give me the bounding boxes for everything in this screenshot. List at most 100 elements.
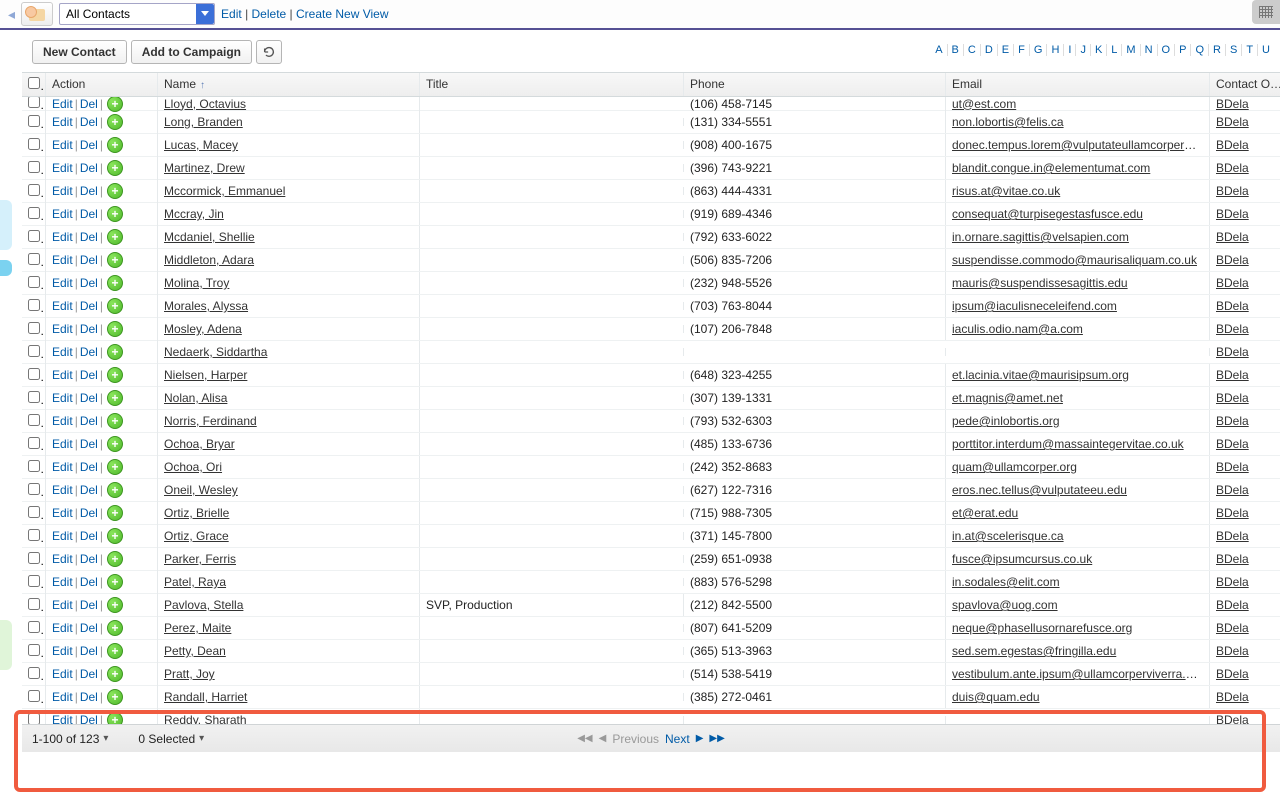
plus-icon[interactable]: + xyxy=(107,137,123,153)
contact-name-link[interactable]: Mccray, Jin xyxy=(164,207,224,221)
plus-icon[interactable]: + xyxy=(107,505,123,521)
edit-link[interactable]: Edit xyxy=(52,161,73,175)
owner-link[interactable]: BDela xyxy=(1216,621,1249,635)
header-phone[interactable]: Phone xyxy=(684,73,946,96)
alpha-h[interactable]: H xyxy=(1047,44,1064,56)
contact-name-link[interactable]: Patel, Raya xyxy=(164,575,226,589)
row-checkbox[interactable] xyxy=(28,207,40,219)
plus-icon[interactable]: + xyxy=(107,482,123,498)
del-link[interactable]: Del xyxy=(80,276,98,290)
last-page-icon[interactable]: ▶▶ xyxy=(709,733,724,744)
row-checkbox[interactable] xyxy=(28,345,40,357)
next-link[interactable]: Next xyxy=(665,732,690,746)
edit-link[interactable]: Edit xyxy=(52,276,73,290)
alpha-f[interactable]: F xyxy=(1014,44,1030,56)
del-link[interactable]: Del xyxy=(80,253,98,267)
alpha-o[interactable]: O xyxy=(1158,44,1176,56)
alpha-k[interactable]: K xyxy=(1091,44,1107,56)
plus-icon[interactable]: + xyxy=(107,413,123,429)
del-link[interactable]: Del xyxy=(80,184,98,198)
contact-name-link[interactable]: Lucas, Macey xyxy=(164,138,238,152)
header-owner[interactable]: Contact Owner A xyxy=(1210,73,1280,96)
del-link[interactable]: Del xyxy=(80,161,98,175)
alpha-t[interactable]: T xyxy=(1242,44,1258,56)
owner-link[interactable]: BDela xyxy=(1216,322,1249,336)
edit-link[interactable]: Edit xyxy=(52,667,73,681)
edit-link[interactable]: Edit xyxy=(52,575,73,589)
del-link[interactable]: Del xyxy=(80,368,98,382)
delete-view-link[interactable]: Delete xyxy=(252,7,287,21)
row-checkbox[interactable] xyxy=(28,414,40,426)
row-checkbox[interactable] xyxy=(28,368,40,380)
alpha-c[interactable]: C xyxy=(964,44,981,56)
del-link[interactable]: Del xyxy=(80,207,98,221)
alpha-r[interactable]: R xyxy=(1209,44,1226,56)
edit-link[interactable]: Edit xyxy=(52,207,73,221)
contact-name-link[interactable]: Pratt, Joy xyxy=(164,667,215,681)
edit-view-link[interactable]: Edit xyxy=(221,7,242,21)
plus-icon[interactable]: + xyxy=(107,436,123,452)
contact-name-link[interactable]: Nolan, Alisa xyxy=(164,391,227,405)
owner-link[interactable]: BDela xyxy=(1216,207,1249,221)
row-checkbox[interactable] xyxy=(28,552,40,564)
edit-link[interactable]: Edit xyxy=(52,391,73,405)
edit-link[interactable]: Edit xyxy=(52,115,73,129)
owner-link[interactable]: BDela xyxy=(1216,391,1249,405)
alpha-u[interactable]: U xyxy=(1258,44,1274,56)
header-email[interactable]: Email xyxy=(946,73,1210,96)
edit-link[interactable]: Edit xyxy=(52,414,73,428)
del-link[interactable]: Del xyxy=(80,115,98,129)
owner-link[interactable]: BDela xyxy=(1216,667,1249,681)
alpha-j[interactable]: J xyxy=(1076,44,1091,56)
plus-icon[interactable]: + xyxy=(107,344,123,360)
row-checkbox[interactable] xyxy=(28,529,40,541)
contact-name-link[interactable]: Ortiz, Brielle xyxy=(164,506,229,520)
del-link[interactable]: Del xyxy=(80,414,98,428)
plus-icon[interactable]: + xyxy=(107,206,123,222)
email-link[interactable]: iaculis.odio.nam@a.com xyxy=(952,322,1083,336)
alpha-i[interactable]: I xyxy=(1064,44,1076,56)
owner-link[interactable]: BDela xyxy=(1216,460,1249,474)
collapse-left-icon[interactable]: ◂ xyxy=(8,6,15,23)
email-link[interactable]: pede@inlobortis.org xyxy=(952,414,1060,428)
view-select[interactable]: All Contacts xyxy=(59,3,215,25)
owner-link[interactable]: BDela xyxy=(1216,253,1249,267)
plus-icon[interactable]: + xyxy=(107,574,123,590)
owner-link[interactable]: BDela xyxy=(1216,368,1249,382)
email-link[interactable]: risus.at@vitae.co.uk xyxy=(952,184,1060,198)
edit-link[interactable]: Edit xyxy=(52,506,73,520)
edit-link[interactable]: Edit xyxy=(52,552,73,566)
del-link[interactable]: Del xyxy=(80,299,98,313)
owner-link[interactable]: BDela xyxy=(1216,161,1249,175)
owner-link[interactable]: BDela xyxy=(1216,97,1249,111)
owner-link[interactable]: BDela xyxy=(1216,115,1249,129)
email-link[interactable]: in.at@scelerisque.ca xyxy=(952,529,1064,543)
email-link[interactable]: et@erat.edu xyxy=(952,506,1018,520)
alpha-q[interactable]: Q xyxy=(1191,44,1209,56)
create-view-link[interactable]: Create New View xyxy=(296,7,388,21)
plus-icon[interactable]: + xyxy=(107,528,123,544)
owner-link[interactable]: BDela xyxy=(1216,345,1249,359)
add-to-campaign-button[interactable]: Add to Campaign xyxy=(131,40,252,64)
email-link[interactable]: consequat@turpisegestasfusce.edu xyxy=(952,207,1143,221)
refresh-button[interactable] xyxy=(256,40,282,64)
header-name[interactable]: Name↑ xyxy=(158,73,420,96)
row-checkbox[interactable] xyxy=(28,575,40,587)
owner-link[interactable]: BDela xyxy=(1216,437,1249,451)
alpha-e[interactable]: E xyxy=(998,44,1014,56)
alpha-p[interactable]: P xyxy=(1175,44,1191,56)
email-link[interactable]: in.ornare.sagittis@velsapien.com xyxy=(952,230,1129,244)
edit-link[interactable]: Edit xyxy=(52,97,73,111)
edit-link[interactable]: Edit xyxy=(52,138,73,152)
row-checkbox[interactable] xyxy=(28,667,40,679)
del-link[interactable]: Del xyxy=(80,322,98,336)
email-link[interactable]: porttitor.interdum@massaintegervitae.co.… xyxy=(952,437,1184,451)
email-link[interactable]: non.lobortis@felis.ca xyxy=(952,115,1064,129)
email-link[interactable]: sed.sem.egestas@fringilla.edu xyxy=(952,644,1116,658)
contact-name-link[interactable]: Ochoa, Ori xyxy=(164,460,222,474)
del-link[interactable]: Del xyxy=(80,667,98,681)
plus-icon[interactable]: + xyxy=(107,643,123,659)
edit-link[interactable]: Edit xyxy=(52,460,73,474)
edit-link[interactable]: Edit xyxy=(52,345,73,359)
owner-link[interactable]: BDela xyxy=(1216,184,1249,198)
